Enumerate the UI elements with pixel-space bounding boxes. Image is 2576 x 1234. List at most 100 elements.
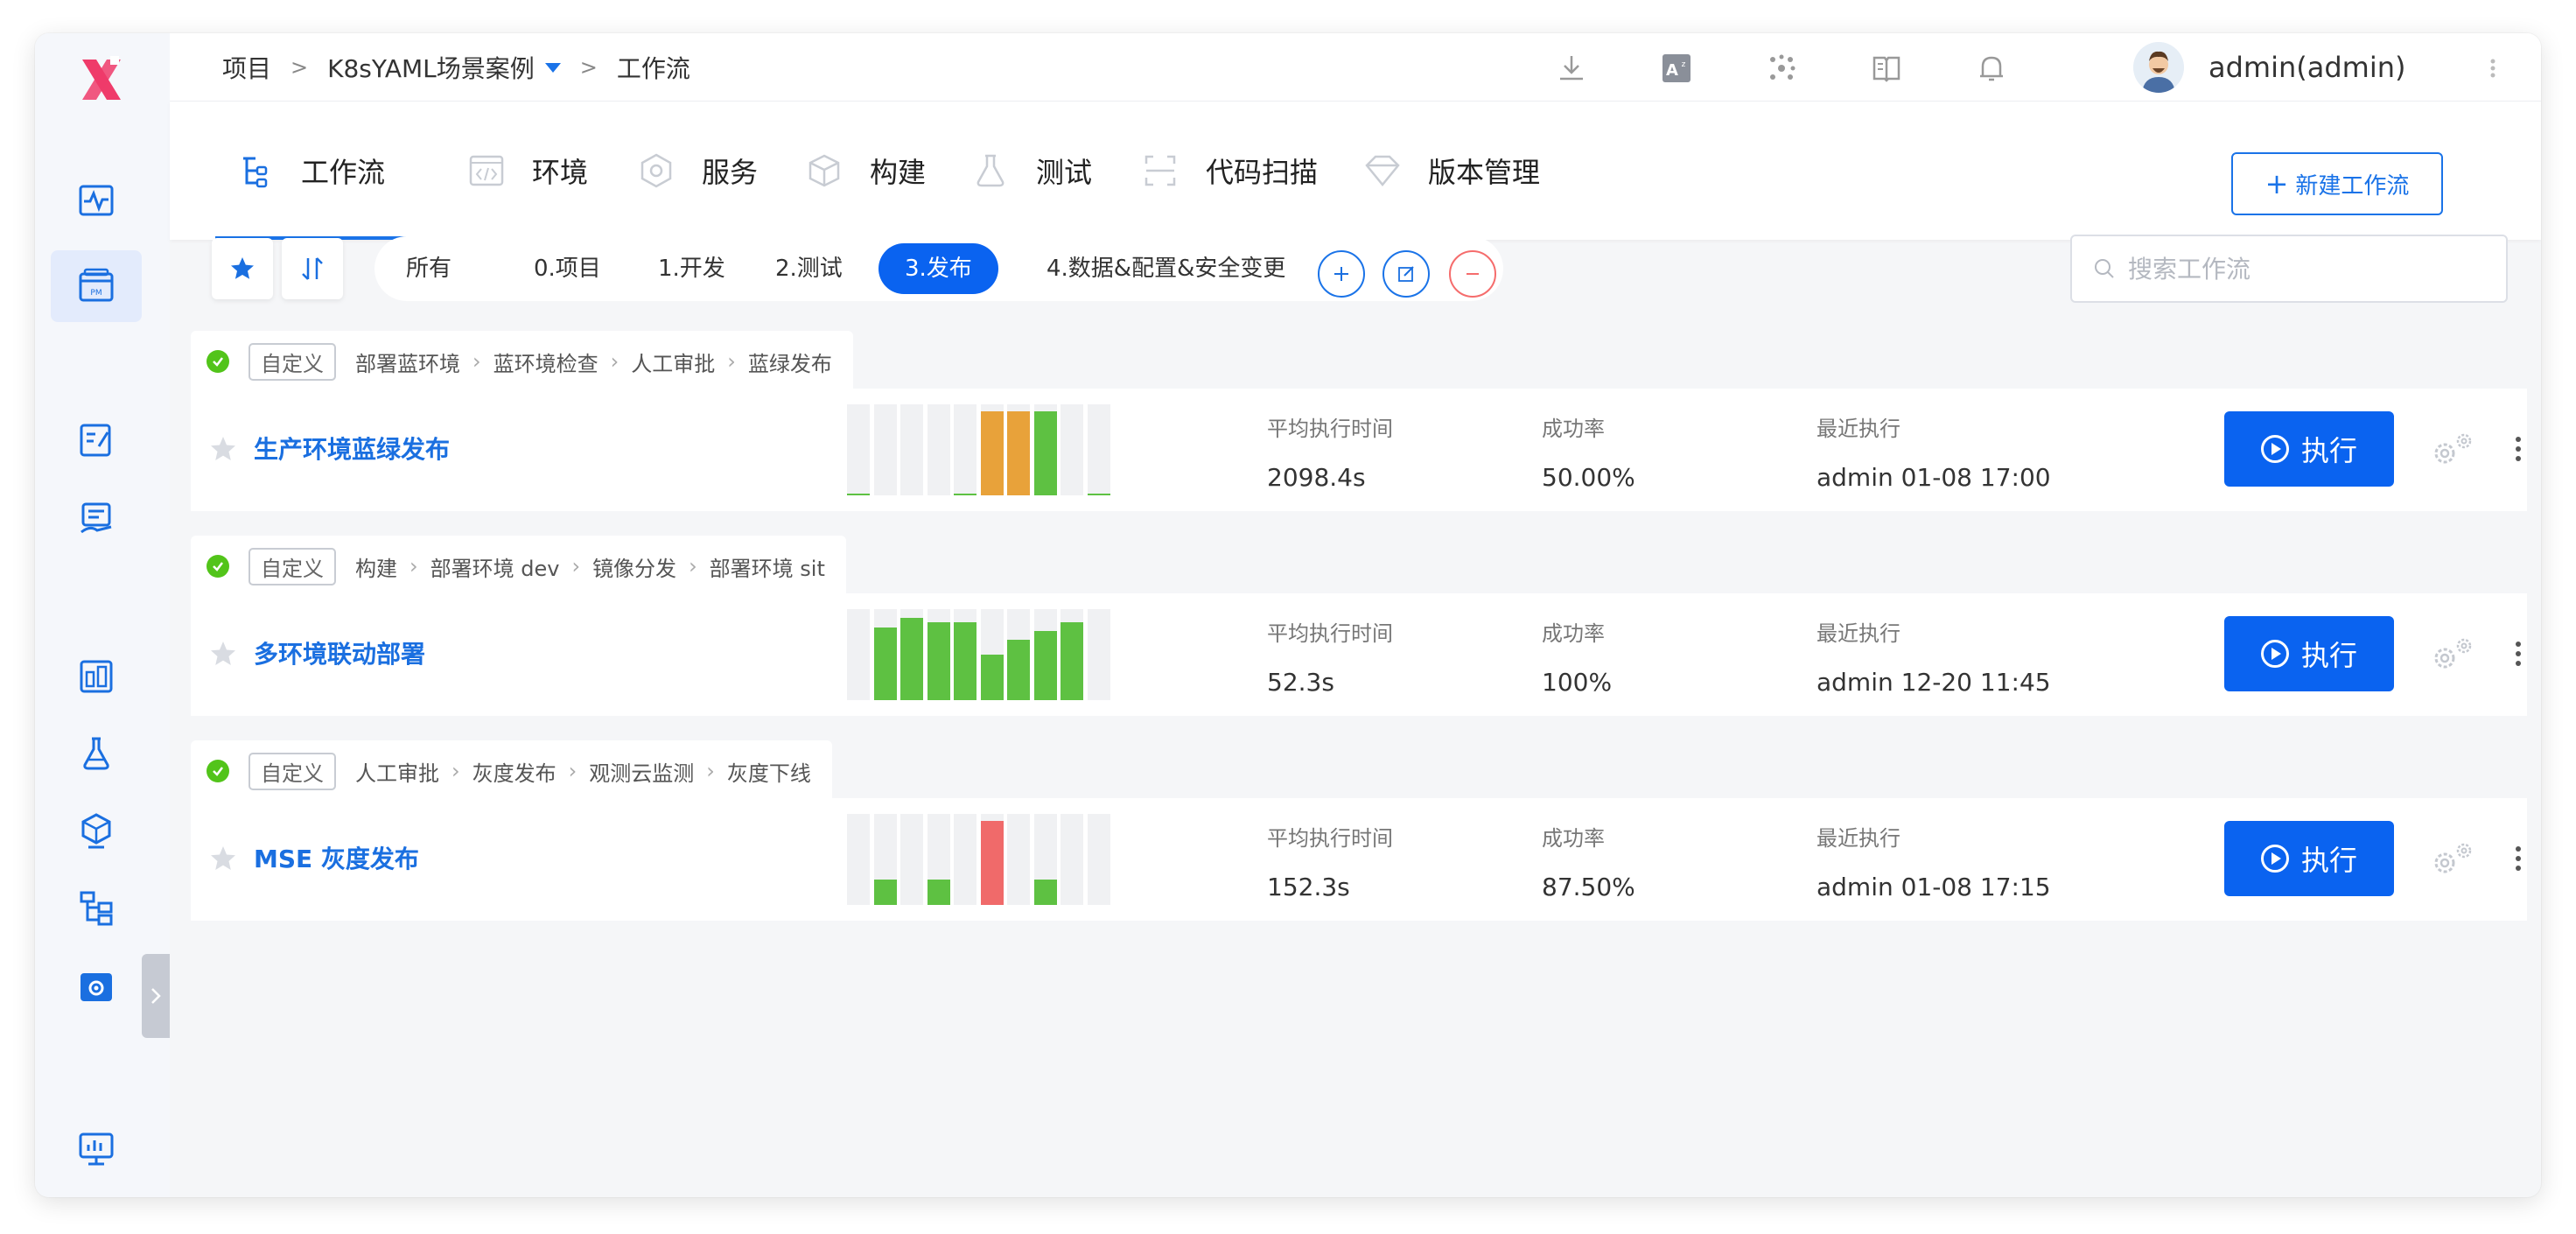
run-history-bar[interactable] xyxy=(954,814,976,905)
run-history-bar[interactable] xyxy=(1033,609,1057,700)
run-history-bar-fill xyxy=(900,618,923,700)
run-history-bar[interactable] xyxy=(847,404,870,495)
run-history-bar[interactable] xyxy=(954,609,976,700)
run-history-bar[interactable] xyxy=(900,609,923,700)
run-history-bar[interactable] xyxy=(1033,814,1057,905)
breadcrumb-projects[interactable]: 项目 xyxy=(222,50,271,85)
run-history-bar[interactable] xyxy=(1007,814,1030,905)
sidebar-item-artifacts[interactable] xyxy=(51,795,142,866)
tab-code-scan[interactable]: 代码扫描 xyxy=(1141,102,1318,240)
plugins-icon[interactable] xyxy=(1762,49,1801,88)
workflow-name[interactable]: 生产环境蓝绿发布 xyxy=(254,389,450,511)
sidebar-item-release[interactable] xyxy=(51,483,142,555)
sidebar-item-projects[interactable]: PM xyxy=(51,250,142,322)
minus-icon xyxy=(1466,273,1479,275)
more-vertical-icon[interactable] xyxy=(2510,634,2527,674)
search-input[interactable] xyxy=(2128,254,2496,284)
run-history-bar[interactable] xyxy=(900,404,923,495)
run-history-bar[interactable] xyxy=(1060,814,1083,905)
caret-down-icon[interactable] xyxy=(544,62,561,73)
tab-version[interactable]: 版本管理 xyxy=(1363,102,1540,240)
workflow-type-badge: 自定义 xyxy=(248,342,336,381)
tab-workflow[interactable]: 工作流 xyxy=(215,102,407,240)
run-history-bar[interactable] xyxy=(927,609,950,700)
edit-group-button[interactable] xyxy=(1382,250,1430,298)
breadcrumb-project[interactable]: K8sYAML场景案例 xyxy=(327,50,535,85)
chip-test[interactable]: 2.测试 xyxy=(747,243,871,294)
more-vertical-icon[interactable] xyxy=(2510,429,2527,469)
run-history-bar[interactable] xyxy=(847,814,870,905)
run-history-bar[interactable] xyxy=(980,814,1004,905)
chip-all[interactable]: 所有 xyxy=(378,243,480,294)
add-group-button[interactable] xyxy=(1318,250,1365,298)
translate-icon[interactable]: Az xyxy=(1657,49,1696,88)
chevron-right-icon xyxy=(151,988,161,1004)
avg-time-label: 平均执行时间 xyxy=(1267,417,1393,441)
new-workflow-button[interactable]: + 新建工作流 xyxy=(2231,152,2443,215)
run-history-bar[interactable] xyxy=(1087,609,1110,700)
run-history-bar[interactable] xyxy=(873,814,897,905)
docs-icon[interactable] xyxy=(1867,49,1906,88)
star-icon[interactable] xyxy=(208,639,238,669)
run-history-bar[interactable] xyxy=(980,404,1004,495)
tab-build[interactable]: 构建 xyxy=(805,102,926,240)
more-vertical-icon[interactable] xyxy=(2480,49,2506,88)
service-icon xyxy=(640,153,672,188)
success-rate-label: 成功率 xyxy=(1542,826,1605,851)
run-history-bar[interactable] xyxy=(1007,404,1030,495)
edit-icon xyxy=(1398,266,1414,282)
run-history-bar[interactable] xyxy=(1033,404,1057,495)
tab-service[interactable]: 服务 xyxy=(637,102,758,240)
run-history-bar[interactable] xyxy=(900,814,923,905)
chip-dev[interactable]: 1.开发 xyxy=(630,243,753,294)
star-icon xyxy=(231,257,254,279)
run-history-bar[interactable] xyxy=(980,609,1004,700)
run-history-bar[interactable] xyxy=(927,404,950,495)
sidebar-item-plan[interactable] xyxy=(51,404,142,476)
run-history-bar[interactable] xyxy=(954,404,976,495)
run-history-bar[interactable] xyxy=(1060,404,1083,495)
sidebar-item-templates[interactable] xyxy=(51,872,142,943)
chip-project[interactable]: 0.项目 xyxy=(506,243,629,294)
sidebar-item-system[interactable] xyxy=(51,1113,142,1185)
run-history-bar[interactable] xyxy=(873,609,897,700)
gear-icon[interactable] xyxy=(2427,634,2478,674)
run-history-bar[interactable] xyxy=(1087,814,1110,905)
avatar[interactable] xyxy=(2133,42,2184,93)
star-icon[interactable] xyxy=(208,434,238,464)
sidebar-expand-handle[interactable] xyxy=(142,954,170,1038)
bell-icon[interactable] xyxy=(1972,49,2011,88)
flask-icon xyxy=(976,154,1004,187)
download-icon[interactable] xyxy=(1552,49,1591,88)
run-history-bar[interactable] xyxy=(1087,404,1110,495)
run-history-bar[interactable] xyxy=(873,404,897,495)
run-history-bar[interactable] xyxy=(927,814,950,905)
sidebar-item-monitor[interactable] xyxy=(51,165,142,236)
gear-icon[interactable] xyxy=(2427,429,2478,469)
workflow-name[interactable]: MSE 灰度发布 xyxy=(254,798,419,921)
run-workflow-button[interactable]: 执行 xyxy=(2224,821,2394,896)
sidebar-item-test[interactable] xyxy=(51,718,142,789)
run-history-bar[interactable] xyxy=(1060,609,1083,700)
run-history-bar[interactable] xyxy=(1007,609,1030,700)
chip-data-config-security[interactable]: 4.数据&配置&安全变更 xyxy=(1018,243,1313,294)
sidebar-item-settings[interactable] xyxy=(51,950,142,1022)
star-icon[interactable] xyxy=(208,844,238,873)
user-name[interactable]: admin(admin) xyxy=(2208,33,2406,102)
zadig-logo[interactable] xyxy=(70,51,133,112)
favorites-filter-button[interactable] xyxy=(212,238,273,299)
success-rate-stat: 成功率 50.00% xyxy=(1542,411,1635,492)
tab-test[interactable]: 测试 xyxy=(971,102,1092,240)
gear-icon[interactable] xyxy=(2427,838,2478,879)
run-workflow-button[interactable]: 执行 xyxy=(2224,411,2394,487)
tab-environment[interactable]: 环境 xyxy=(467,102,588,240)
more-vertical-icon[interactable] xyxy=(2510,838,2527,879)
workflow-row: 多环境联动部署 平均执行时间 52.3s 成功率 100% 最近执行 admin… xyxy=(191,593,2527,716)
chip-release[interactable]: 3.发布 xyxy=(878,243,998,294)
remove-group-button[interactable] xyxy=(1449,250,1496,298)
run-history-bar[interactable] xyxy=(847,609,870,700)
sort-button[interactable] xyxy=(282,238,343,299)
workflow-name[interactable]: 多环境联动部署 xyxy=(254,593,425,716)
run-workflow-button[interactable]: 执行 xyxy=(2224,616,2394,691)
sidebar-item-dashboard[interactable] xyxy=(51,641,142,712)
